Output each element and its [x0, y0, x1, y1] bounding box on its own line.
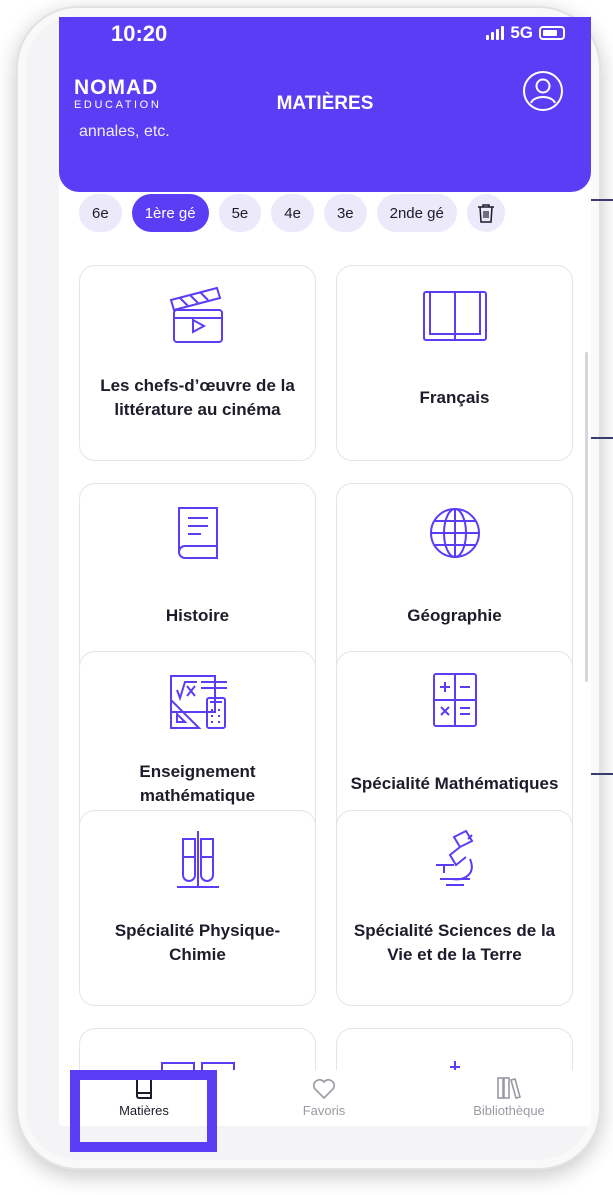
nav-label: Bibliothèque [473, 1103, 545, 1118]
microscope-icon [337, 829, 572, 891]
profile-icon[interactable] [521, 69, 565, 113]
network-label: 5G [510, 23, 533, 42]
nav-bibliotheque[interactable]: Bibliothèque [439, 1070, 579, 1126]
header-description: annales, etc. [79, 123, 170, 140]
heart-icon [312, 1078, 336, 1103]
subject-card[interactable]: Géographie [336, 483, 573, 679]
level-chip-4e[interactable]: 4e [271, 194, 314, 232]
subject-card[interactable]: Français [336, 265, 573, 461]
clapperboard-icon [80, 284, 315, 346]
subject-card[interactable]: Spécialité Sciences de la Vie et de la T… [336, 810, 573, 1006]
subject-card[interactable]: Les chefs-d’œuvre de la littérature au c… [79, 265, 316, 461]
subject-label: Spécialité Physique-Chimie [114, 921, 281, 964]
subject-label: Les chefs-d’œuvre de la littérature au c… [100, 376, 295, 419]
level-chip-1ere-ge[interactable]: 1ère gé [131, 194, 209, 232]
app-screen: 10:20 5G NOMAD EDUCATION MATIÈRES annale… [59, 17, 591, 1126]
level-chip-3e[interactable]: 3e [323, 194, 367, 232]
signal-icon [486, 26, 505, 40]
trash-icon[interactable] [466, 194, 505, 232]
calculator-icon [337, 670, 572, 730]
nav-favoris[interactable]: Favoris [264, 1070, 384, 1126]
level-chip-2nde-ge[interactable]: 2nde gé [376, 194, 457, 232]
subject-label: Spécialité Sciences de la Vie et de la T… [353, 921, 556, 964]
globe-icon [337, 502, 572, 564]
battery-icon [539, 26, 565, 40]
scrollbar[interactable] [585, 352, 588, 682]
subject-label: Géographie [407, 606, 502, 625]
book-icon [80, 502, 315, 564]
status-indicators: 5G [486, 23, 565, 43]
test-tubes-icon [80, 829, 315, 891]
subject-label: Français [419, 388, 490, 407]
level-chip-6e[interactable]: 6e [79, 194, 122, 232]
open-book-icon [337, 284, 572, 346]
subject-card[interactable]: Spécialité Physique-Chimie [79, 810, 316, 1006]
library-icon [496, 1076, 522, 1103]
status-time: 10:20 [111, 21, 168, 46]
level-chip-5e[interactable]: 5e [218, 194, 262, 232]
nav-label: Favoris [302, 1103, 346, 1118]
level-filter: 6e 1ère gé 5e 4e 3e 2nde gé [79, 192, 505, 234]
subject-card[interactable]: Histoire [79, 483, 316, 679]
nav-highlight-frame [70, 1070, 217, 1152]
math-tools-icon [80, 670, 315, 734]
page-title: MATIÈRES [276, 93, 374, 114]
subject-label: Histoire [165, 606, 230, 625]
callout-line-levels [591, 199, 613, 201]
app-header: 10:20 5G NOMAD EDUCATION MATIÈRES annale… [59, 17, 591, 192]
